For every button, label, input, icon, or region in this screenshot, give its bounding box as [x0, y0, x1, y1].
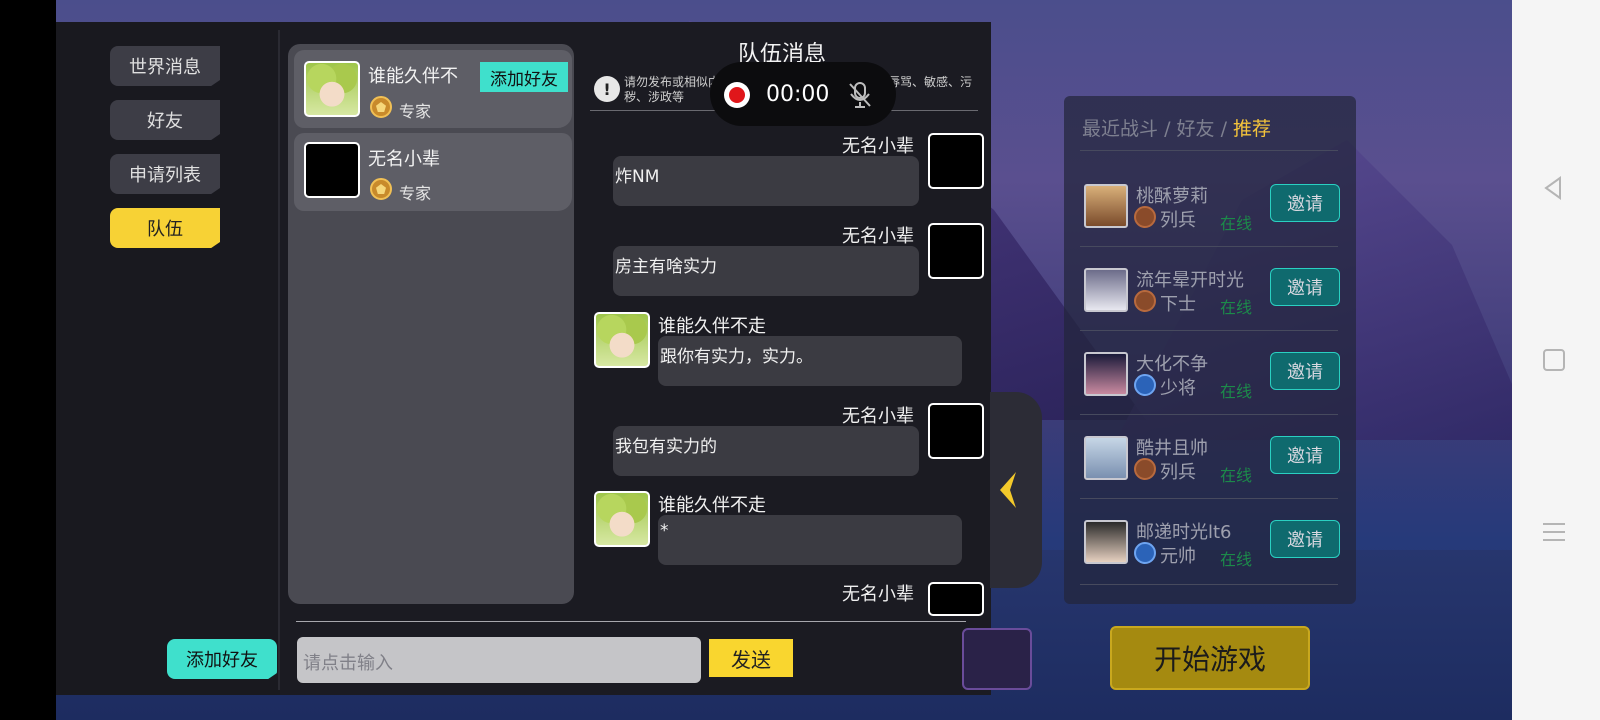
message-sender: 谁能久伴不走 [658, 495, 766, 516]
chat-input[interactable]: 请点击输入 [297, 637, 701, 683]
invite-button[interactable]: 邀请 [1270, 184, 1340, 222]
message-avatar [928, 582, 984, 616]
row-divider [1080, 330, 1338, 331]
message-bubble: 炸NM [613, 156, 919, 206]
message-avatar [928, 403, 984, 459]
invite-button[interactable]: 邀请 [1270, 352, 1340, 390]
player-avatar [1084, 268, 1128, 312]
member-avatar-1 [304, 61, 360, 117]
invite-tabs-divider [1080, 150, 1338, 151]
left-black-bar [0, 0, 56, 720]
player-rank: 列兵 [1160, 462, 1196, 483]
invite-tabs: 最近战斗 / 好友 / 推荐 [1082, 114, 1271, 141]
message-bubble: 房主有啥实力 [613, 246, 919, 296]
player-status: 在线 [1220, 214, 1253, 233]
tab-recent-battles[interactable]: 最近战斗 [1082, 118, 1158, 140]
mic-muted-icon[interactable] [846, 80, 874, 110]
collapse-panel-tab[interactable] [990, 392, 1042, 588]
back-nav-icon[interactable] [1534, 168, 1574, 208]
message-avatar [594, 491, 650, 547]
player-avatar [1084, 436, 1128, 480]
team-member-list [288, 44, 574, 604]
android-nav-bar [1512, 0, 1600, 720]
message-sender: 谁能久伴不走 [658, 316, 766, 337]
rank-badge-icon [1134, 542, 1156, 564]
player-rank: 下士 [1160, 294, 1196, 315]
input-divider [296, 621, 966, 622]
invite-button[interactable]: 邀请 [1270, 520, 1340, 558]
member-rank-1: 专家 [399, 102, 432, 121]
message-sender: 无名小辈 [842, 584, 914, 605]
message-sender: 无名小辈 [842, 226, 914, 247]
player-name: 酷井且帅 [1136, 438, 1208, 459]
member-name-2: 无名小辈 [368, 149, 440, 170]
message-bubble: 我包有实力的 [613, 426, 919, 476]
message-avatar [594, 312, 650, 368]
rank-badge-icon [1134, 206, 1156, 228]
row-divider [1080, 498, 1338, 499]
rank-badge-icon [370, 96, 392, 118]
row-divider [1080, 246, 1338, 247]
add-friend-button[interactable]: 添加好友 [480, 62, 568, 92]
message-avatar [928, 133, 984, 189]
menu-nav-icon[interactable] [1534, 512, 1574, 552]
member-avatar-2 [304, 142, 360, 198]
player-name: 大化不争 [1136, 354, 1208, 375]
rank-badge-icon [1134, 458, 1156, 480]
tab-friends[interactable]: 好友 [110, 100, 220, 140]
row-divider [1080, 414, 1338, 415]
member-name-1: 谁能久伴不 [368, 66, 458, 87]
tab-invite-friends[interactable]: 好友 [1177, 118, 1215, 140]
tab-recommend[interactable]: 推荐 [1233, 118, 1271, 140]
player-rank: 少将 [1160, 378, 1196, 399]
row-divider [1080, 584, 1338, 585]
message-bubble: * [658, 515, 962, 565]
mode-switch-widget[interactable] [962, 628, 1032, 690]
member-rank-2: 专家 [399, 184, 432, 203]
record-stop-icon[interactable] [724, 82, 750, 108]
send-button[interactable]: 发送 [709, 639, 793, 677]
rank-badge-icon [370, 178, 392, 200]
warning-icon: ! [594, 76, 620, 102]
start-game-button[interactable]: 开始游戏 [1110, 626, 1310, 690]
player-avatar [1084, 520, 1128, 564]
recording-timer: 00:00 [766, 82, 830, 107]
rank-badge-icon [1134, 290, 1156, 312]
tab-world-messages[interactable]: 世界消息 [110, 46, 220, 86]
invite-button[interactable]: 邀请 [1270, 436, 1340, 474]
tab-team[interactable]: 队伍 [110, 208, 220, 248]
message-sender: 无名小辈 [842, 406, 914, 427]
add-friend-bottom-button[interactable]: 添加好友 [167, 639, 277, 679]
player-rank: 列兵 [1160, 210, 1196, 231]
message-sender: 无名小辈 [842, 136, 914, 157]
tab-request-list[interactable]: 申请列表 [110, 154, 220, 194]
tab-separator: / [1164, 118, 1171, 140]
player-status: 在线 [1220, 466, 1253, 485]
message-bubble: 跟你有实力，实力。 [658, 336, 962, 386]
player-avatar [1084, 352, 1128, 396]
invite-button[interactable]: 邀请 [1270, 268, 1340, 306]
player-rank: 元帅 [1160, 546, 1196, 567]
player-name: 桃酥萝莉 [1136, 186, 1208, 207]
home-nav-icon[interactable] [1534, 340, 1574, 380]
chevron-left-icon [1000, 472, 1016, 508]
panel-divider [278, 30, 280, 690]
player-name: 邮递时光lt6 [1136, 522, 1232, 543]
player-avatar [1084, 184, 1128, 228]
player-status: 在线 [1220, 550, 1253, 569]
tab-separator: / [1220, 118, 1227, 140]
rank-badge-icon [1134, 374, 1156, 396]
player-status: 在线 [1220, 298, 1253, 317]
player-name: 流年晕开时光 [1136, 270, 1244, 291]
player-status: 在线 [1220, 382, 1253, 401]
message-avatar [928, 223, 984, 279]
